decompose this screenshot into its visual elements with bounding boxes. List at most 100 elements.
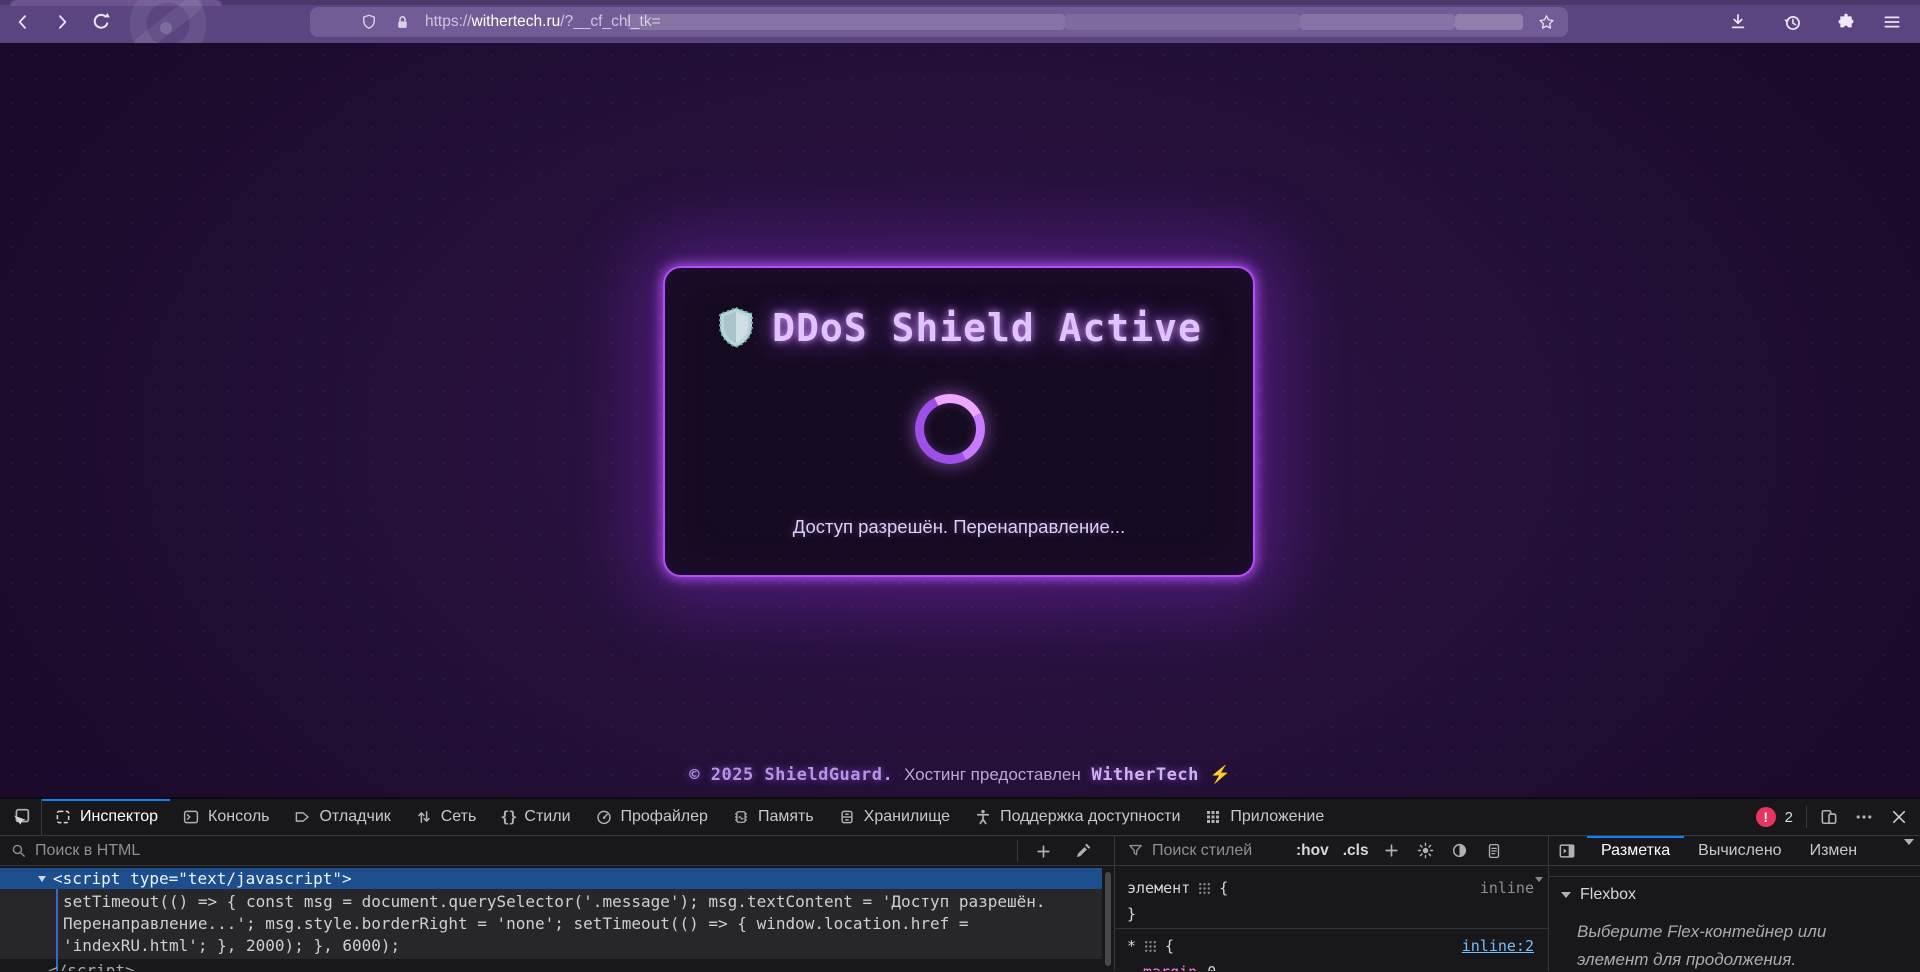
forward-button[interactable] [49,9,75,35]
rule-selector-label: элемент [1127,879,1190,897]
element-rule-selector[interactable]: элемент { [1127,879,1228,897]
url-text[interactable]: https://withertech.ru/?__cf_chl_tk= [425,13,661,31]
devtools-tab-storage[interactable]: Хранилище [826,799,962,835]
markup-view[interactable]: <script type="text/javascript"> setTimeo… [0,866,1115,971]
toggle-pseudo-classes-button[interactable]: :hov [1296,842,1329,860]
dark-theme-simulation-button[interactable] [1449,840,1471,862]
light-theme-simulation-button[interactable] [1415,840,1437,862]
flexbox-hint-line: элемент для продолжения. [1577,950,1796,970]
rule-source-link[interactable]: inline:2 [1462,937,1534,955]
script-close-tag[interactable]: </script> [48,960,135,971]
markup-scrollbar[interactable] [1105,872,1111,966]
print-media-simulation-button[interactable] [1483,840,1505,862]
filter-funnel-icon [1127,842,1144,859]
devtools-tab-inspector[interactable]: Инспектор [42,799,170,835]
tab-label: Профайлер [621,808,708,826]
markup-search-input[interactable] [35,842,455,860]
script-code-line[interactable]: 'indexRU.html'; }, 2000); }, 6000); [63,935,400,957]
css-property-row[interactable]: margin 0 [1143,963,1216,971]
sidebar-tab-computed[interactable]: Вычислено [1684,836,1795,865]
devtools-tab-network[interactable]: Сеть [403,799,489,835]
toggle-classes-button[interactable]: .cls [1343,842,1369,860]
devtools-tab-profiler[interactable]: Профайлер [583,799,720,835]
sidebar-tabs-overflow-button[interactable] [1904,845,1914,863]
sun-icon [1416,841,1435,860]
layout-sidebar: Flexbox Выберите Flex-контейнер или элем… [1549,866,1920,971]
debugger-icon [293,808,311,826]
devtools-tab-memory[interactable]: Память [720,799,826,835]
selected-node-row[interactable]: <script type="text/javascript"> [0,868,1102,889]
back-button[interactable] [10,9,36,35]
devtools-tab-accessibility[interactable]: Поддержка доступности [962,799,1192,835]
devtools-menu-button[interactable] [1851,804,1877,830]
devtools-tab-debugger[interactable]: Отладчик [281,799,402,835]
add-node-button[interactable] [1030,838,1056,864]
url-bar[interactable]: https://withertech.ru/?__cf_chl_tk= [310,7,1568,37]
footer-hosting-text: Хостинг предоставлен [904,765,1081,784]
dots-grid-icon[interactable] [1198,882,1211,895]
active-tab[interactable] [10,0,222,6]
browser-window: https://withertech.ru/?__cf_chl_tk= [0,0,1920,972]
lock-icon[interactable] [394,14,411,31]
error-count: 2 [1785,809,1793,826]
extensions-button[interactable] [1832,8,1860,36]
add-rule-button[interactable] [1381,840,1403,862]
open-brace: { [1165,937,1174,955]
rules-view[interactable]: элемент { inline } * { inline:2 margin 0 [1115,866,1549,971]
css-property-name[interactable]: margin [1143,963,1197,971]
dots-grid-icon[interactable] [1144,940,1157,953]
meatball-menu-icon [1854,807,1874,827]
bookmark-star-button[interactable] [1534,11,1558,33]
puzzle-piece-icon [1836,12,1856,32]
close-icon [1890,808,1908,826]
flexbox-section-label: Flexbox [1580,886,1636,904]
css-property-value[interactable]: 0 [1207,963,1216,971]
devtools-tab-console[interactable]: Консоль [170,799,281,835]
flexbox-section-header[interactable]: Flexbox [1561,886,1636,904]
history-clock-icon [1782,12,1803,33]
contrast-circle-icon [1450,841,1469,860]
tab-label: Память [758,808,814,826]
rule-source: inline [1480,879,1534,897]
eyedropper-button[interactable] [1070,838,1096,864]
flexbox-hint-line: Выберите Flex-контейнер или [1577,922,1826,942]
status-message: Доступ разрешён. Перенаправление... [665,516,1253,538]
styles-filter-input[interactable] [1152,842,1282,860]
hamburger-menu-icon [1882,12,1902,32]
rule-selector-label: * [1127,937,1136,955]
history-button[interactable] [1778,8,1806,36]
responsive-mode-icon [1819,807,1839,827]
devtools-tab-application[interactable]: Приложение [1192,799,1336,835]
downloads-button[interactable] [1724,8,1752,36]
footer-brand: WitherTech [1091,765,1198,785]
app-menu-button[interactable] [1878,8,1906,36]
error-badge-icon[interactable]: ! [1756,807,1776,827]
script-code-line[interactable]: Перенаправление...'; msg.style.borderRig… [63,913,968,935]
script-open-tag[interactable]: <script type="text/javascript"> [53,869,352,888]
close-brace: } [1127,905,1136,923]
sidebar-toggle-button[interactable] [1557,841,1577,861]
node-picker-button[interactable] [0,799,42,835]
twisty-open-icon[interactable] [38,876,46,882]
responsive-design-mode-button[interactable] [1816,804,1842,830]
rules-scroll-down-icon[interactable] [1535,882,1543,900]
url-redacted-token [1455,14,1523,30]
loading-spinner [906,385,994,473]
sidebar-tabbar: Разметка Вычислено Измен [1549,836,1920,865]
devtools-close-button[interactable] [1886,804,1912,830]
section-expanded-icon [1561,892,1571,898]
document-icon [1485,842,1503,860]
memory-chip-icon [732,808,750,826]
shield-icon [716,306,756,350]
tab-label: Хранилище [864,808,950,826]
script-code-line[interactable]: setTimeout(() => { const msg = document.… [63,891,1046,913]
universal-rule-selector[interactable]: * { [1127,937,1174,955]
sidebar-tab-changes[interactable]: Измен [1796,836,1858,865]
devtools-tab-styles[interactable]: {} Стили [488,799,582,835]
forward-icon [52,12,72,32]
tab-strip [0,0,1920,5]
tracking-protection-shield-icon[interactable] [360,13,378,31]
sidebar-tab-layout[interactable]: Разметка [1587,836,1684,865]
page-footer: © 2025 ShieldGuard. Хостинг предоставлен… [0,765,1920,785]
reload-button[interactable] [88,9,114,35]
